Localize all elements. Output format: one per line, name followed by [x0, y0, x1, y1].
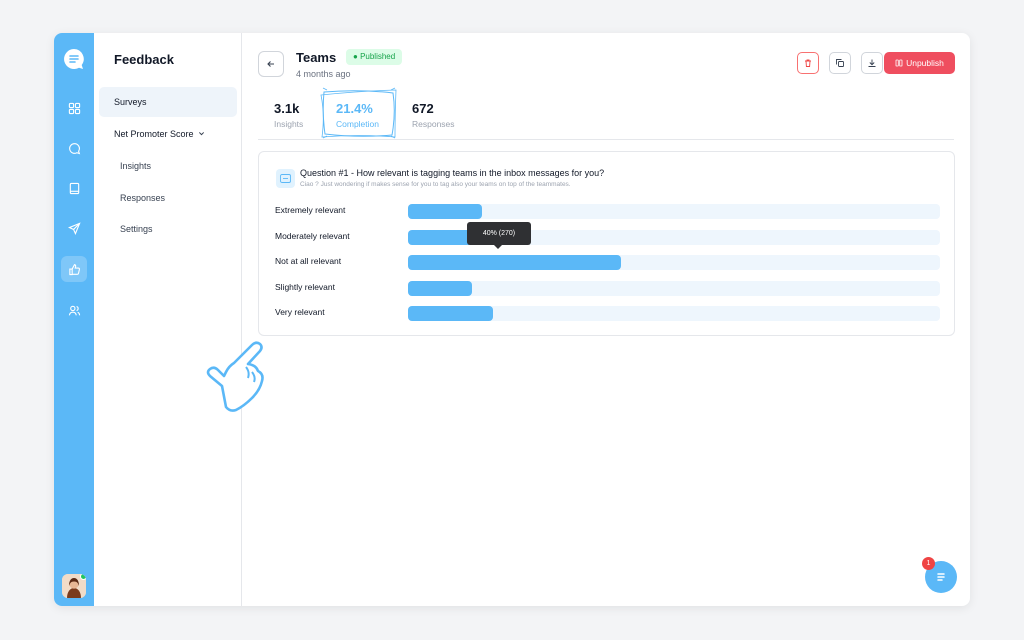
- question-type-icon: [276, 169, 295, 188]
- unpublish-button[interactable]: Unpublish: [884, 52, 955, 74]
- bar-category-label: Moderately relevant: [275, 230, 350, 241]
- app-window: Feedback Surveys Net Promoter Score Insi…: [54, 33, 970, 606]
- bar-category-label: Extremely relevant: [275, 205, 346, 215]
- icon-rail: [54, 33, 94, 606]
- sidebar-item-label: Surveys: [114, 97, 147, 107]
- stat-insights[interactable]: 3.1k Insights: [274, 101, 303, 129]
- bar-fill[interactable]: [408, 306, 494, 321]
- sidebar-item-settings[interactable]: Settings: [120, 224, 153, 234]
- question-card: Question #1 - How relevant is tagging te…: [258, 151, 955, 336]
- bar-category-label: Not at all relevant: [275, 256, 342, 266]
- sidebar: Feedback Surveys Net Promoter Score Insi…: [94, 33, 242, 606]
- bar-row[interactable]: Slightly relevant: [275, 280, 940, 296]
- stat-completion[interactable]: 21.4% Completion: [336, 101, 379, 129]
- download-button[interactable]: [861, 52, 883, 74]
- question-description: Ciao ? Just wondering if makes sense for…: [300, 181, 571, 188]
- stat-label: Responses: [412, 119, 455, 129]
- dashboard-icon[interactable]: [61, 95, 87, 121]
- copy-icon: [836, 59, 844, 67]
- duplicate-button[interactable]: [829, 52, 851, 74]
- stat-value: 3.1k: [274, 101, 300, 116]
- bar-track: [408, 306, 940, 321]
- status-badge: ● Published: [346, 49, 403, 65]
- status-badge-label: Published: [360, 52, 396, 61]
- back-button[interactable]: [258, 51, 284, 77]
- trash-icon: [805, 59, 811, 67]
- chat-icon[interactable]: [61, 135, 87, 161]
- page-title: Teams: [296, 50, 337, 65]
- app-logo-icon[interactable]: [62, 47, 86, 71]
- stat-value: 21.4%: [336, 101, 373, 116]
- users-icon[interactable]: [61, 297, 87, 323]
- stat-label: Completion: [336, 119, 379, 129]
- main-panel: Teams ● Published 4 months ago Unpublish…: [243, 33, 970, 606]
- sidebar-item-net-promoter-score[interactable]: Net Promoter Score: [114, 129, 205, 139]
- sidebar-item-insights[interactable]: Insights: [120, 161, 151, 171]
- thumbs-up-icon[interactable]: [61, 256, 87, 282]
- sidebar-title: Feedback: [114, 52, 174, 67]
- sidebar-item-label: Responses: [120, 193, 166, 203]
- send-icon[interactable]: [61, 215, 87, 241]
- bar-fill[interactable]: [408, 255, 621, 270]
- avatar[interactable]: [62, 574, 86, 598]
- arrow-left-icon: [267, 61, 274, 67]
- bar-category-label: Very relevant: [275, 307, 325, 317]
- stat-value: 672: [412, 101, 434, 116]
- bar-category-label: Slightly relevant: [275, 281, 336, 292]
- bar-track: [408, 204, 940, 219]
- sidebar-item-surveys[interactable]: Surveys: [99, 87, 237, 117]
- bar-row[interactable]: Extremely relevant: [275, 203, 940, 219]
- tooltip-text: 40% (270): [482, 230, 516, 237]
- chat-bubble-icon: [937, 573, 945, 581]
- unpublish-label: Unpublish: [906, 58, 944, 68]
- hand-cursor-icon: [206, 341, 264, 412]
- book-icon[interactable]: [61, 175, 87, 201]
- bar-fill[interactable]: [408, 280, 472, 296]
- question-title: Question #1 - How relevant is tagging te…: [300, 168, 605, 178]
- unpublish-icon: [895, 59, 903, 67]
- bar-row[interactable]: Very relevant: [275, 305, 940, 321]
- bar-row[interactable]: Not at all relevant: [275, 254, 940, 270]
- sidebar-item-responses[interactable]: Responses: [120, 193, 165, 203]
- bar-tooltip: 40% (270): [467, 222, 531, 249]
- bar-fill[interactable]: [408, 204, 483, 219]
- bar-row[interactable]: Moderately relevant: [275, 229, 940, 245]
- divider: [258, 139, 954, 140]
- bar-track: [408, 280, 940, 296]
- stat-label: Insights: [274, 119, 304, 129]
- sidebar-item-label: Settings: [120, 224, 153, 234]
- delete-button[interactable]: [797, 52, 819, 74]
- sidebar-item-label: Insights: [120, 161, 152, 171]
- online-status-dot: [80, 574, 86, 580]
- chevron-down-icon: [199, 132, 205, 136]
- last-updated: 4 months ago: [296, 69, 351, 79]
- stat-responses[interactable]: 672 Responses: [412, 101, 455, 129]
- bar-track: [408, 255, 940, 270]
- download-icon: [868, 59, 876, 67]
- chat-launcher-button[interactable]: 1: [922, 557, 957, 593]
- sidebar-item-label: Net Promoter Score: [114, 129, 194, 139]
- unread-count-badge: 1: [922, 557, 935, 570]
